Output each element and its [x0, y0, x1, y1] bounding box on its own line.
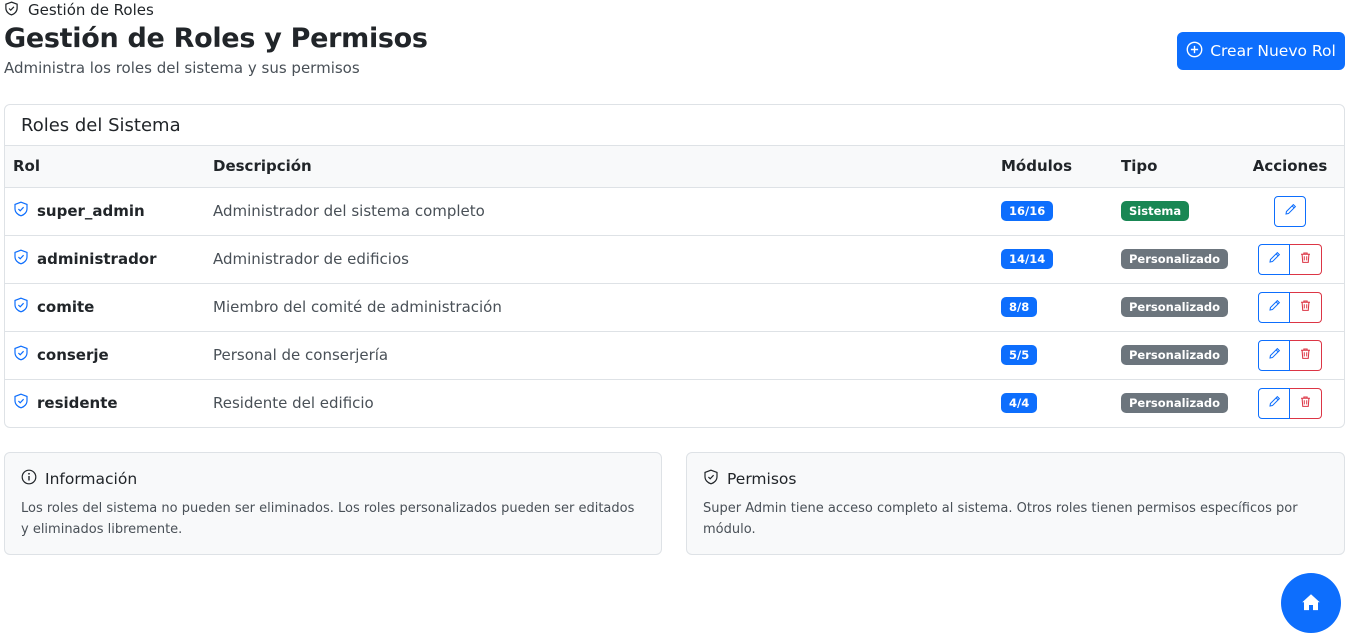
- page-title: Gestión de Roles y Permisos: [4, 23, 428, 54]
- shield-icon: [703, 469, 719, 489]
- pencil-icon: [1284, 202, 1297, 220]
- table-row: residente Residente del edificio 4/4 Per…: [5, 379, 1344, 427]
- delete-button[interactable]: [1290, 339, 1323, 371]
- delete-button[interactable]: [1290, 291, 1323, 323]
- pencil-icon: [1268, 346, 1281, 364]
- shield-icon: [13, 393, 29, 413]
- shield-icon: [13, 345, 29, 365]
- role-description: Miembro del comité de administración: [213, 298, 502, 316]
- column-header-modulos: Módulos: [1001, 157, 1073, 176]
- delete-button[interactable]: [1290, 387, 1323, 419]
- trash-icon: [1299, 346, 1312, 364]
- table-row: comite Miembro del comité de administrac…: [5, 283, 1344, 331]
- home-button[interactable]: [1281, 573, 1341, 633]
- role-description: Administrador de edificios: [213, 250, 409, 268]
- shield-icon: [4, 0, 19, 20]
- info-icon: [21, 469, 37, 489]
- plus-circle-icon: [1186, 41, 1203, 62]
- edit-button[interactable]: [1258, 387, 1291, 419]
- type-badge: Personalizado: [1121, 345, 1229, 365]
- shield-icon: [13, 249, 29, 269]
- type-badge: Sistema: [1121, 201, 1190, 221]
- role-description: Personal de conserjería: [213, 346, 389, 364]
- role-name: comite: [37, 298, 95, 316]
- info-card-permisos: Permisos Super Admin tiene acceso comple…: [686, 452, 1345, 555]
- permisos-card-title: Permisos: [727, 470, 797, 488]
- column-header-acciones: Acciones: [1252, 157, 1328, 176]
- modules-badge: 16/16: [1001, 201, 1054, 221]
- column-header-rol: Rol: [13, 157, 40, 176]
- edit-button[interactable]: [1274, 195, 1307, 227]
- role-name: administrador: [37, 250, 157, 268]
- shield-icon: [13, 201, 29, 221]
- info-card-informacion: Información Los roles del sistema no pue…: [4, 452, 662, 555]
- create-role-button[interactable]: Crear Nuevo Rol: [1177, 32, 1345, 70]
- table-row: administrador Administrador de edificios…: [5, 235, 1344, 283]
- pencil-icon: [1268, 394, 1281, 412]
- role-description: Administrador del sistema completo: [213, 202, 485, 220]
- role-name: conserje: [37, 346, 109, 364]
- edit-button[interactable]: [1258, 291, 1291, 323]
- role-name: super_admin: [37, 202, 145, 220]
- trash-icon: [1299, 394, 1312, 412]
- table-row: super_admin Administrador del sistema co…: [5, 187, 1344, 235]
- roles-table: Rol Descripción Módulos Tipo Acciones su…: [5, 146, 1344, 427]
- type-badge: Personalizado: [1121, 249, 1229, 269]
- edit-button[interactable]: [1258, 243, 1291, 275]
- home-icon: [1301, 592, 1321, 615]
- type-badge: Personalizado: [1121, 393, 1229, 414]
- modules-badge: 5/5: [1001, 345, 1038, 365]
- pencil-icon: [1268, 298, 1281, 316]
- page-subtitle: Administra los roles del sistema y sus p…: [4, 59, 360, 77]
- table-row: conserje Personal de conserjería 5/5 Per…: [5, 331, 1344, 379]
- create-role-label: Crear Nuevo Rol: [1210, 42, 1336, 60]
- column-header-tipo: Tipo: [1121, 157, 1158, 176]
- modules-badge: 4/4: [1001, 393, 1038, 414]
- roles-card-title: Roles del Sistema: [5, 105, 1344, 146]
- role-name: residente: [37, 394, 118, 413]
- info-card-text: Los roles del sistema no pueden ser elim…: [21, 501, 635, 537]
- breadcrumb: Gestión de Roles: [4, 0, 154, 20]
- modules-badge: 8/8: [1001, 297, 1038, 317]
- info-card-title: Información: [45, 470, 138, 488]
- pencil-icon: [1268, 250, 1281, 268]
- trash-icon: [1299, 250, 1312, 268]
- delete-button[interactable]: [1290, 243, 1323, 275]
- trash-icon: [1299, 298, 1312, 316]
- roles-card: Roles del Sistema Rol Descripción Módulo…: [4, 104, 1345, 428]
- shield-icon: [13, 297, 29, 317]
- column-header-descripcion: Descripción: [213, 157, 312, 176]
- permisos-card-text: Super Admin tiene acceso completo al sis…: [703, 501, 1298, 537]
- modules-badge: 14/14: [1001, 249, 1054, 269]
- edit-button[interactable]: [1258, 339, 1291, 371]
- breadcrumb-label: Gestión de Roles: [28, 1, 154, 19]
- table-header-row: Rol Descripción Módulos Tipo Acciones: [5, 146, 1344, 187]
- type-badge: Personalizado: [1121, 297, 1229, 317]
- role-description: Residente del edificio: [213, 394, 374, 413]
